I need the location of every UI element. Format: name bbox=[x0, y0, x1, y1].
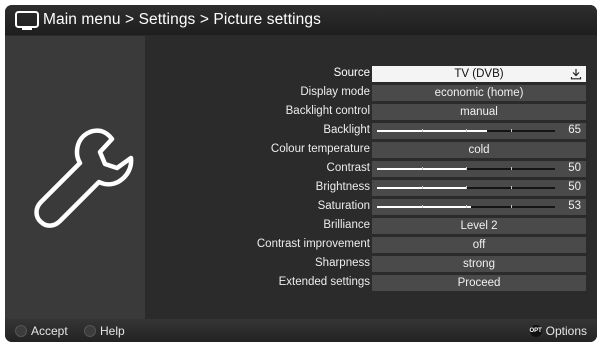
slider-value: 50 bbox=[568, 162, 581, 174]
slider-tick bbox=[466, 205, 467, 208]
options-button[interactable]: OPT Options bbox=[529, 324, 587, 338]
slider-tick bbox=[466, 186, 467, 189]
setting-row-contrast[interactable]: Contrast 50 bbox=[145, 161, 597, 178]
slider-fill bbox=[377, 130, 488, 132]
setting-label: Backlight bbox=[323, 124, 370, 136]
opt-key-icon: OPT bbox=[529, 325, 542, 337]
contrast-improvement-select[interactable]: off bbox=[372, 237, 586, 253]
setting-row-display-mode[interactable]: Display mode economic (home) bbox=[145, 85, 597, 102]
setting-row-backlight[interactable]: Backlight 65 bbox=[145, 123, 597, 140]
slider-tick bbox=[466, 167, 467, 170]
setting-label: Brilliance bbox=[323, 219, 370, 231]
slider-tick bbox=[421, 186, 423, 189]
slider-fill bbox=[377, 206, 472, 208]
slider-track bbox=[377, 186, 555, 189]
setting-label: Display mode bbox=[300, 86, 370, 98]
breadcrumb-settings[interactable]: Settings bbox=[139, 11, 196, 28]
help-button[interactable]: Help bbox=[84, 324, 125, 338]
source-select[interactable]: TV (DVB) bbox=[372, 66, 586, 82]
setting-value: Level 2 bbox=[460, 220, 498, 232]
setting-label: Contrast improvement bbox=[256, 238, 370, 250]
slider-tick bbox=[510, 129, 512, 132]
setting-label: Backlight control bbox=[285, 105, 370, 117]
setting-value: manual bbox=[460, 106, 498, 118]
wrench-icon bbox=[34, 128, 134, 228]
extended-settings-button[interactable]: Proceed bbox=[372, 275, 586, 291]
slider-value: 65 bbox=[568, 124, 581, 136]
accept-color-key-icon bbox=[15, 325, 27, 337]
setting-row-sharpness[interactable]: Sharpness strong bbox=[145, 256, 597, 273]
breadcrumb-separator: > bbox=[199, 11, 209, 28]
setting-row-brightness[interactable]: Brightness 50 bbox=[145, 180, 597, 197]
breadcrumb-separator: > bbox=[125, 11, 135, 28]
setting-label: Extended settings bbox=[278, 276, 370, 288]
setting-row-extended-settings[interactable]: Extended settings Proceed bbox=[145, 275, 597, 292]
setting-value: cold bbox=[468, 144, 490, 156]
footer-bar: Accept Help OPT Options bbox=[5, 319, 597, 342]
setting-row-brilliance[interactable]: Brilliance Level 2 bbox=[145, 218, 597, 235]
slider-tick bbox=[421, 205, 423, 208]
breadcrumb-picture-settings: Picture settings bbox=[213, 11, 321, 28]
setting-value: off bbox=[472, 239, 486, 251]
breadcrumb-main-menu[interactable]: Main menu bbox=[43, 11, 121, 28]
setting-value: TV (DVB) bbox=[454, 68, 504, 80]
header-bar: Main menu > Settings > Picture settings bbox=[5, 5, 597, 35]
backlight-slider[interactable]: 65 bbox=[372, 123, 586, 139]
setting-value: strong bbox=[463, 258, 495, 270]
slider-tick bbox=[510, 186, 512, 189]
backlight-control-select[interactable]: manual bbox=[372, 104, 586, 120]
colour-temperature-select[interactable]: cold bbox=[372, 142, 586, 158]
brilliance-select[interactable]: Level 2 bbox=[372, 218, 586, 234]
settings-panel: Source TV (DVB) Display mode economic (h… bbox=[145, 36, 597, 319]
setting-row-saturation[interactable]: Saturation 53 bbox=[145, 199, 597, 216]
sidebar-panel bbox=[5, 36, 145, 319]
setting-row-source[interactable]: Source TV (DVB) bbox=[145, 66, 597, 83]
picture-settings-screen: Main menu > Settings > Picture settings … bbox=[5, 5, 597, 342]
setting-value: Proceed bbox=[457, 277, 501, 289]
slider-tick bbox=[510, 167, 512, 170]
contrast-slider[interactable]: 50 bbox=[372, 161, 586, 177]
slider-tick bbox=[421, 129, 423, 132]
slider-track bbox=[377, 167, 555, 170]
breadcrumb: Main menu > Settings > Picture settings bbox=[43, 11, 321, 29]
setting-row-backlight-control[interactable]: Backlight control manual bbox=[145, 104, 597, 121]
setting-label: Source bbox=[333, 67, 370, 79]
setting-label: Sharpness bbox=[315, 257, 370, 269]
setting-row-contrast-improvement[interactable]: Contrast improvement off bbox=[145, 237, 597, 254]
setting-label: Colour temperature bbox=[270, 143, 370, 155]
slider-tick bbox=[421, 167, 423, 170]
slider-value: 50 bbox=[568, 181, 581, 193]
setting-label: Contrast bbox=[326, 162, 370, 174]
slider-track bbox=[377, 205, 555, 208]
help-color-key-icon bbox=[84, 325, 96, 337]
display-mode-select[interactable]: economic (home) bbox=[372, 85, 586, 101]
accept-button[interactable]: Accept bbox=[15, 324, 68, 338]
setting-row-colour-temperature[interactable]: Colour temperature cold bbox=[145, 142, 597, 159]
slider-tick bbox=[466, 129, 467, 132]
slider-tick bbox=[510, 205, 512, 208]
setting-label: Brightness bbox=[315, 181, 370, 193]
slider-value: 53 bbox=[568, 200, 581, 212]
slider-track bbox=[377, 129, 555, 132]
setting-label: Saturation bbox=[317, 200, 370, 212]
options-label: Options bbox=[545, 324, 587, 338]
tv-icon bbox=[15, 11, 39, 30]
saturation-slider[interactable]: 53 bbox=[372, 199, 586, 215]
download-icon bbox=[570, 69, 582, 80]
sharpness-select[interactable]: strong bbox=[372, 256, 586, 272]
accept-label: Accept bbox=[31, 324, 68, 338]
help-label: Help bbox=[100, 324, 125, 338]
brightness-slider[interactable]: 50 bbox=[372, 180, 586, 196]
setting-value: economic (home) bbox=[434, 87, 524, 99]
